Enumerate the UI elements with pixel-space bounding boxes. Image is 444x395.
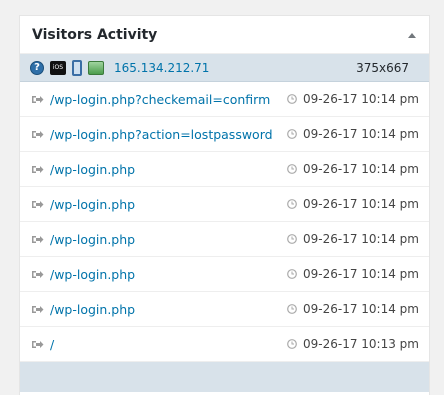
activity-row: /wp-login.php 09-26-17 10:14 pm — [20, 257, 429, 292]
page-entry-icon — [31, 164, 44, 175]
page-link[interactable]: /wp-login.php — [50, 302, 135, 317]
collapse-toggle-icon[interactable] — [408, 33, 416, 38]
activity-row: /wp-login.php 09-26-17 10:14 pm — [20, 152, 429, 187]
page-link[interactable]: /wp-login.php — [50, 162, 135, 177]
timestamp-text: 09-26-17 10:14 pm — [303, 197, 419, 211]
page-entry-icon — [31, 304, 44, 315]
page-entry-icon — [31, 269, 44, 280]
page-entry-icon — [31, 339, 44, 350]
page-entry-icon — [31, 234, 44, 245]
mobile-device-icon — [72, 59, 82, 76]
page-link[interactable]: /wp-login.php?checkemail=confirm — [50, 92, 270, 107]
timestamp-text: 09-26-17 10:14 pm — [303, 267, 419, 281]
activity-row: /wp-login.php 09-26-17 10:14 pm — [20, 292, 429, 327]
activity-row: /wp-login.php?checkemail=confirm 09-26-1… — [20, 82, 429, 117]
page-link[interactable]: /wp-login.php?action=lostpassword — [50, 127, 273, 142]
visitor-ip-link[interactable]: 165.134.212.71 — [114, 61, 209, 75]
page-entry-icon — [31, 129, 44, 140]
browser-icon — [88, 60, 104, 75]
clock-icon — [287, 199, 297, 209]
timestamp: 09-26-17 10:14 pm — [287, 162, 419, 176]
activity-row: /wp-login.php?action=lostpassword 09-26-… — [20, 117, 429, 152]
timestamp: 09-26-17 10:14 pm — [287, 302, 419, 316]
timestamp: 09-26-17 10:14 pm — [287, 232, 419, 246]
widget-title: Visitors Activity — [32, 26, 158, 43]
page-entry-icon — [31, 94, 44, 105]
page-link[interactable]: / — [50, 337, 54, 352]
visitors-activity-widget: Visitors Activity ? iOS 165.134.212.71 3… — [19, 15, 430, 395]
screen-resolution: 375x667 — [356, 60, 409, 75]
timestamp-text: 09-26-17 10:14 pm — [303, 162, 419, 176]
widget-header[interactable]: Visitors Activity — [20, 16, 429, 54]
page-link[interactable]: /wp-login.php — [50, 267, 135, 282]
activity-row: /wp-login.php 09-26-17 10:14 pm — [20, 187, 429, 222]
clock-icon — [287, 339, 297, 349]
timestamp: 09-26-17 10:14 pm — [287, 267, 419, 281]
activity-list: /wp-login.php?checkemail=confirm 09-26-1… — [20, 82, 429, 362]
clock-icon — [287, 234, 297, 244]
clock-icon — [287, 164, 297, 174]
timestamp-text: 09-26-17 10:14 pm — [303, 127, 419, 141]
timestamp: 09-26-17 10:14 pm — [287, 92, 419, 106]
timestamp-text: 09-26-17 10:14 pm — [303, 232, 419, 246]
clock-icon — [287, 94, 297, 104]
timestamp-text: 09-26-17 10:14 pm — [303, 92, 419, 106]
activity-row: / 09-26-17 10:13 pm — [20, 327, 429, 362]
timestamp-text: 09-26-17 10:14 pm — [303, 302, 419, 316]
timestamp: 09-26-17 10:14 pm — [287, 197, 419, 211]
ios-icon: iOS — [50, 60, 66, 75]
page-link[interactable]: /wp-login.php — [50, 197, 135, 212]
visitor-summary-row: ? iOS 165.134.212.71 375x667 — [20, 54, 429, 82]
timestamp: 09-26-17 10:13 pm — [287, 337, 419, 351]
activity-row: /wp-login.php 09-26-17 10:14 pm — [20, 222, 429, 257]
help-icon[interactable]: ? — [30, 60, 44, 75]
next-visitor-row — [20, 362, 429, 392]
page-link[interactable]: /wp-login.php — [50, 232, 135, 247]
timestamp: 09-26-17 10:14 pm — [287, 127, 419, 141]
clock-icon — [287, 269, 297, 279]
page-entry-icon — [31, 199, 44, 210]
clock-icon — [287, 129, 297, 139]
clock-icon — [287, 304, 297, 314]
timestamp-text: 09-26-17 10:13 pm — [303, 337, 419, 351]
